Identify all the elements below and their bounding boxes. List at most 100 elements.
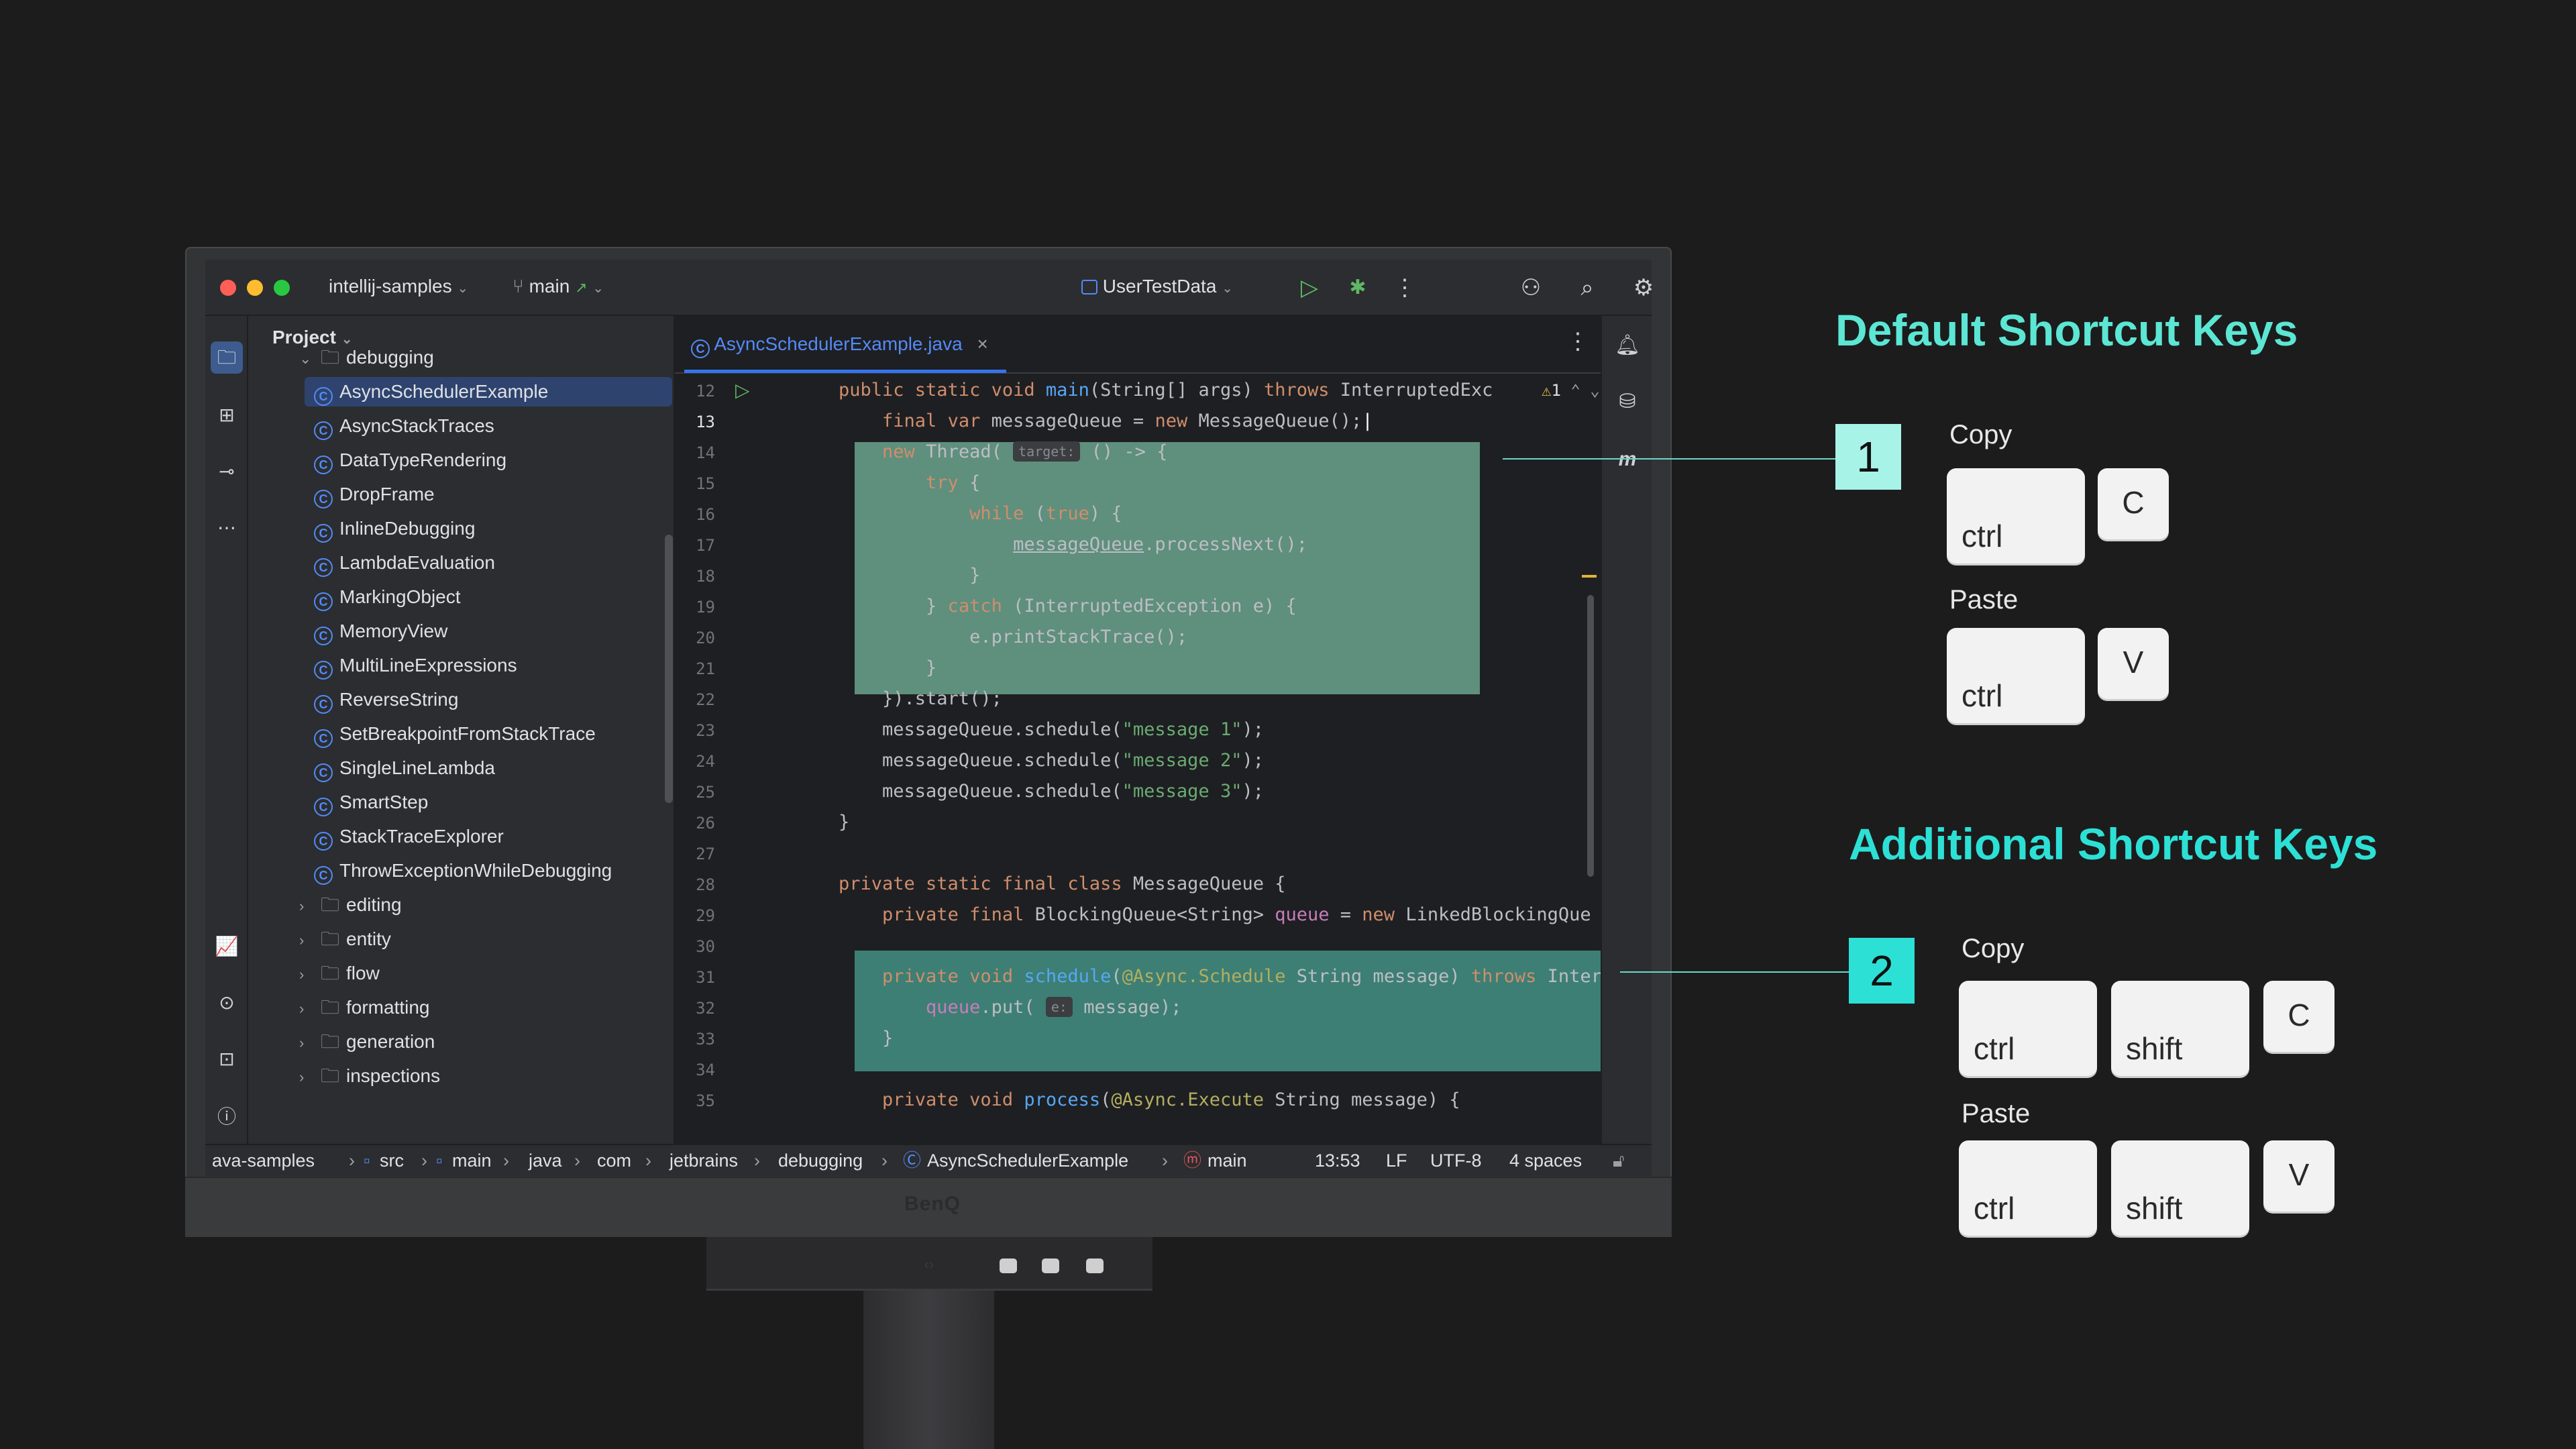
chevron-down-icon[interactable]: ⌄	[299, 344, 321, 374]
more-options-icon[interactable]: ⋮	[1390, 273, 1419, 303]
run-config-selector[interactable]: UserTestData ⌄	[1081, 276, 1233, 297]
breadcrumb-item[interactable]: com	[597, 1145, 631, 1176]
line-number[interactable]: 25	[648, 783, 715, 802]
editor-more-icon[interactable]: ⋮	[1563, 327, 1593, 356]
settings-gear-icon[interactable]: ⚙	[1629, 273, 1652, 303]
line-number[interactable]: 16	[648, 505, 715, 524]
maximize-window-button[interactable]	[274, 280, 290, 296]
breadcrumb-item[interactable]: ava-samples	[212, 1145, 315, 1176]
breadcrumb-item[interactable]: main	[452, 1145, 492, 1176]
tree-class-item[interactable]: C InlineDebugging	[314, 514, 475, 543]
line-number[interactable]: 12	[648, 382, 715, 400]
key-ctrl: ctrl	[1947, 628, 2085, 723]
breadcrumb-item[interactable]: main	[1208, 1145, 1247, 1176]
line-number[interactable]: 29	[648, 906, 715, 925]
maven-icon[interactable]: m	[1611, 443, 1644, 476]
tree-class-item[interactable]: C DropFrame	[314, 480, 435, 509]
minimize-window-button[interactable]	[247, 280, 263, 296]
tree-class-item[interactable]: C SetBreakpointFromStackTrace	[314, 719, 596, 749]
tree-folder[interactable]: › 🗀 entity	[299, 924, 391, 954]
line-number[interactable]: 18	[648, 567, 715, 586]
line-number[interactable]: 14	[648, 443, 715, 462]
branch-selector[interactable]: ⑂ main ↗ ⌄	[513, 276, 604, 297]
line-number[interactable]: 30	[648, 937, 715, 956]
editor-scrollbar[interactable]	[1587, 595, 1594, 877]
tree-folder[interactable]: › 🗀 editing	[299, 890, 402, 920]
tree-class-item[interactable]: C StackTraceExplorer	[314, 822, 504, 851]
line-number[interactable]: 32	[648, 999, 715, 1018]
structure-icon[interactable]: ⊞	[211, 399, 243, 431]
chevron-right-icon[interactable]: ›	[299, 994, 321, 1024]
project-folder-icon[interactable]: 🗀	[211, 341, 243, 374]
line-number[interactable]: 22	[648, 690, 715, 709]
chevron-right-icon[interactable]: ›	[299, 960, 321, 989]
breadcrumb-item[interactable]: jetbrains	[669, 1145, 738, 1176]
base-button-2[interactable]	[1042, 1258, 1059, 1273]
tree-folder[interactable]: › 🗀 formatting	[299, 993, 430, 1022]
tree-class-item[interactable]: C AsyncSchedulerExample	[305, 377, 672, 407]
search-icon[interactable]: ⌕	[1572, 273, 1602, 303]
line-number[interactable]: 21	[648, 659, 715, 678]
tree-folder[interactable]: › 🗀 flow	[299, 959, 380, 988]
line-number[interactable]: 24	[648, 752, 715, 771]
line-number[interactable]: 15	[648, 474, 715, 493]
problems-icon[interactable]: ⓘ	[211, 1101, 243, 1133]
line-number[interactable]: 26	[648, 814, 715, 833]
profiler-icon[interactable]: 📈	[211, 930, 243, 963]
line-number[interactable]: 13	[648, 413, 715, 431]
line-number[interactable]: 33	[648, 1030, 715, 1049]
close-tab-icon[interactable]: ×	[977, 333, 987, 354]
file-encoding[interactable]: UTF-8	[1430, 1145, 1482, 1176]
breadcrumb-item[interactable]: src	[380, 1145, 404, 1176]
line-number[interactable]: 19	[648, 598, 715, 616]
tree-class-item[interactable]: C MemoryView	[314, 616, 447, 646]
line-number[interactable]: 23	[648, 721, 715, 740]
tree-class-item[interactable]: C ThrowExceptionWhileDebugging	[314, 856, 612, 885]
tree-class-item[interactable]: C SingleLineLambda	[314, 753, 495, 783]
indent-setting[interactable]: 4 spaces	[1509, 1145, 1582, 1176]
warning-indicator[interactable]: ⚠1 ⌃ ⌄	[1542, 375, 1600, 406]
terminal-icon[interactable]: ⊡	[211, 1043, 243, 1075]
chevron-right-icon[interactable]: ›	[299, 892, 321, 921]
tree-class-item[interactable]: C LambdaEvaluation	[314, 548, 495, 578]
database-icon[interactable]: ⛁	[1611, 386, 1644, 418]
tree-class-item[interactable]: C AsyncStackTraces	[314, 411, 494, 441]
base-button-1[interactable]	[1000, 1258, 1017, 1273]
base-button-3[interactable]	[1086, 1258, 1104, 1273]
commit-icon[interactable]: ⊸	[211, 455, 243, 488]
breadcrumb-item[interactable]: debugging	[778, 1145, 863, 1176]
line-number[interactable]: 35	[648, 1091, 715, 1110]
breadcrumb-item[interactable]: java	[529, 1145, 562, 1176]
tree-class-item[interactable]: C SmartStep	[314, 788, 428, 817]
line-number[interactable]: 17	[648, 536, 715, 555]
tree-class-item[interactable]: C DataTypeRendering	[314, 445, 506, 475]
more-tools-icon[interactable]: ⋯	[211, 512, 243, 544]
run-gutter-icon[interactable]: ▷	[735, 379, 750, 401]
lock-icon[interactable]: 🔓︎	[1613, 1145, 1625, 1176]
tree-folder[interactable]: › 🗀 inspections	[299, 1061, 440, 1091]
line-number[interactable]: 31	[648, 968, 715, 987]
run-icon[interactable]: ▷	[1295, 273, 1324, 303]
debug-icon[interactable]: ✱	[1343, 273, 1373, 303]
cursor-position[interactable]: 13:53	[1315, 1145, 1360, 1176]
chevron-right-icon[interactable]: ›	[299, 1028, 321, 1058]
project-selector[interactable]: intellij-samples ⌄	[329, 276, 468, 297]
line-number[interactable]: 34	[648, 1061, 715, 1079]
breadcrumb-item[interactable]: AsyncSchedulerExample	[927, 1145, 1128, 1176]
tree-class-item[interactable]: C ReverseString	[314, 685, 458, 714]
tree-class-item[interactable]: C MultiLineExpressions	[314, 651, 517, 680]
close-window-button[interactable]	[220, 280, 236, 296]
notifications-bell-icon[interactable]: 🔔︎	[1611, 329, 1644, 362]
tree-class-item[interactable]: C MarkingObject	[314, 582, 461, 612]
add-user-icon[interactable]: ⚇	[1516, 273, 1546, 303]
line-number[interactable]: 27	[648, 845, 715, 863]
line-number[interactable]: 28	[648, 875, 715, 894]
services-icon[interactable]: ⊙	[211, 987, 243, 1019]
editor-tab[interactable]: C AsyncSchedulerExample.java ×	[691, 324, 988, 364]
line-number[interactable]: 20	[648, 629, 715, 647]
tree-folder[interactable]: › 🗀 generation	[299, 1027, 435, 1057]
tree-folder[interactable]: ⌄ 🗀 debugging	[299, 343, 434, 372]
chevron-right-icon[interactable]: ›	[299, 926, 321, 955]
chevron-right-icon[interactable]: ›	[299, 1063, 321, 1092]
line-separator[interactable]: LF	[1386, 1145, 1407, 1176]
